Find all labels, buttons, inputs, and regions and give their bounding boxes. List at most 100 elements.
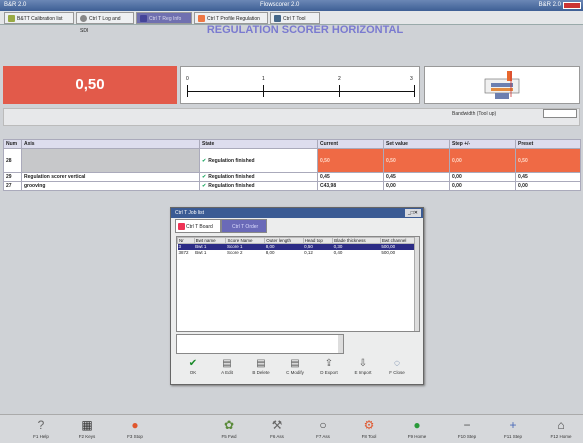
cell-state: ✔ Regulation finished xyxy=(199,181,318,191)
f10-step-button[interactable]: − F10 Step xyxy=(452,418,482,439)
tab-label: Ctrl T Reg Info xyxy=(149,16,182,22)
board-icon xyxy=(178,223,185,230)
grid-icon xyxy=(140,15,147,23)
col-axis: Axis xyxy=(21,139,200,149)
cell-num: 27 xyxy=(3,181,22,191)
note-scrollbar[interactable] xyxy=(338,335,343,353)
help-icon: ? xyxy=(37,418,45,432)
cell-num: 29 xyxy=(3,172,22,182)
tab-label: Ctrl T Profile Regulation xyxy=(207,16,260,22)
scale-tick xyxy=(187,85,188,97)
delete-button[interactable]: ▤ B Delete xyxy=(248,358,274,382)
f5-fwd-button[interactable]: ✿ F5 Fwd xyxy=(214,418,244,439)
import-button[interactable]: ⇩ E Import xyxy=(350,358,376,382)
fkey-label: F7 Ass xyxy=(316,434,330,439)
job-note-field[interactable] xyxy=(176,334,344,354)
button-label: C Modify xyxy=(286,370,304,375)
f1-help-button[interactable]: ? F1 Help xyxy=(26,418,56,439)
tab-profile-regulation[interactable]: Ctrl T Profile Regulation xyxy=(194,12,268,24)
tool2-icon: ⚙ xyxy=(363,418,375,432)
job-list-scrollbar[interactable] xyxy=(414,237,419,331)
edit-button[interactable]: ▤ A Edit xyxy=(214,358,240,382)
cell-set: 0,45 xyxy=(383,172,450,182)
tab-calibration-list[interactable]: B&TT Calibration list xyxy=(4,12,74,24)
button-label: E Import xyxy=(354,370,372,375)
f3-stop-button[interactable]: ● F3 Stop xyxy=(120,418,150,439)
tab-label: B&TT Calibration list xyxy=(17,16,63,22)
position-scale: 0 1 2 3 xyxy=(180,66,420,104)
col-state: State xyxy=(199,139,318,149)
check-icon: ✔ xyxy=(188,358,198,369)
f7-ass-button[interactable]: ○ F7 Ass xyxy=(308,418,338,439)
job-list[interactable]: Nr Bwt name Score Name Outer length Head… xyxy=(176,236,420,332)
page-title: REGULATION SCORER HORIZONTAL xyxy=(206,24,404,36)
job-cell: Score 2 xyxy=(226,250,243,255)
fkey-label: F1 Help xyxy=(33,434,49,439)
f8-tool-button[interactable]: ⚙ F8 Tool xyxy=(354,418,384,439)
cell-set: 0,00 xyxy=(383,181,450,191)
col-set: Set value xyxy=(383,139,450,149)
table-row[interactable]: 29 Regulation scorer vertical ✔ Regulatio… xyxy=(3,172,581,182)
job-cell: 8,00 xyxy=(265,250,275,255)
f6-ass-button[interactable]: ⚒ F6 Ass xyxy=(262,418,292,439)
dialog-window-buttons[interactable]: _□✕ xyxy=(405,209,421,217)
check-icon: ✔ xyxy=(202,157,207,164)
scale-tick xyxy=(339,85,340,97)
job-cell: Bwt 1 xyxy=(195,250,207,255)
cell-num: 28 xyxy=(3,148,22,173)
fkey-label: F9 Home xyxy=(407,434,427,439)
home-green-icon: ● xyxy=(413,418,421,432)
table-row[interactable]: 27 grooving ✔ Regulation finished C43,98 … xyxy=(3,181,581,191)
scale-label: 1 xyxy=(262,76,265,82)
f11-step-button[interactable]: + F11 Step xyxy=(498,418,528,439)
close-icon: ◌ xyxy=(394,358,400,369)
minus-icon: − xyxy=(463,418,471,432)
cell-current: C43,98 xyxy=(317,181,384,191)
modify-icon: ▤ xyxy=(290,358,300,369)
cell-axis: grooving xyxy=(21,181,200,191)
app-title-left: B&R 2.0 xyxy=(4,2,27,8)
cell-step: 0,00 xyxy=(449,148,516,173)
tab-reg-info[interactable]: Ctrl T Reg Info xyxy=(136,12,192,24)
dialog-tab-order[interactable]: Ctrl T Order xyxy=(221,219,267,233)
ok-button[interactable]: ✔ OK xyxy=(180,358,206,382)
fwd-icon: ✿ xyxy=(223,418,235,432)
f9-home-button[interactable]: ● F9 Home xyxy=(402,418,432,439)
job-cell: 500,00 xyxy=(381,250,396,255)
cell-step: 0,00 xyxy=(449,172,516,182)
state-text: Regulation finished xyxy=(208,183,255,189)
cell-axis xyxy=(21,148,200,173)
scorer-device-diagram xyxy=(424,66,580,104)
cell-state: ✔ Regulation finished xyxy=(199,172,318,182)
window-close-button[interactable] xyxy=(563,2,581,9)
job-row[interactable]: 3872 Bwt 1 Score 2 8,00 0,12 0,40 500,00 xyxy=(178,250,419,256)
gear-icon xyxy=(80,15,87,23)
pin-icon xyxy=(8,15,15,23)
modify-button[interactable]: ▤ C Modify xyxy=(282,358,308,382)
tool-icon xyxy=(274,15,281,23)
scale-tick xyxy=(414,85,415,97)
scale-line xyxy=(187,91,415,92)
edit-icon: ▤ xyxy=(222,358,232,369)
chart-icon xyxy=(198,15,205,23)
scale-label: 0 xyxy=(186,76,189,82)
bandwidth-field[interactable] xyxy=(543,109,577,118)
fkey-label: F3 Stop xyxy=(127,434,143,439)
f12-home-button[interactable]: ⌂ F12 Home xyxy=(546,418,576,439)
table-row[interactable]: 28 ✔ Regulation finished 0,50 0,50 0,00 0… xyxy=(3,148,581,173)
fkey-label: F11 Step xyxy=(504,434,522,439)
stop-icon: ● xyxy=(131,418,139,432)
fkey-label: F12 Home xyxy=(550,434,572,439)
f2-keys-button[interactable]: ▦ F2 Keys xyxy=(72,418,102,439)
dialog-tab-board[interactable]: Ctrl T Board xyxy=(175,219,221,233)
button-label: OK xyxy=(189,370,197,375)
tab-tool[interactable]: Ctrl T Tool xyxy=(270,12,320,24)
tab-log-sdi[interactable]: Ctrl T Log and SDI xyxy=(76,12,134,34)
button-label: D Export xyxy=(320,370,338,375)
scale-label: 2 xyxy=(338,76,341,82)
dialog-tab-label: Ctrl T Board xyxy=(186,224,213,230)
button-label: B Delete xyxy=(252,370,270,375)
export-icon: ⇪ xyxy=(324,358,334,369)
close-button[interactable]: ◌ F Close xyxy=(384,358,410,382)
export-button[interactable]: ⇪ D Export xyxy=(316,358,342,382)
